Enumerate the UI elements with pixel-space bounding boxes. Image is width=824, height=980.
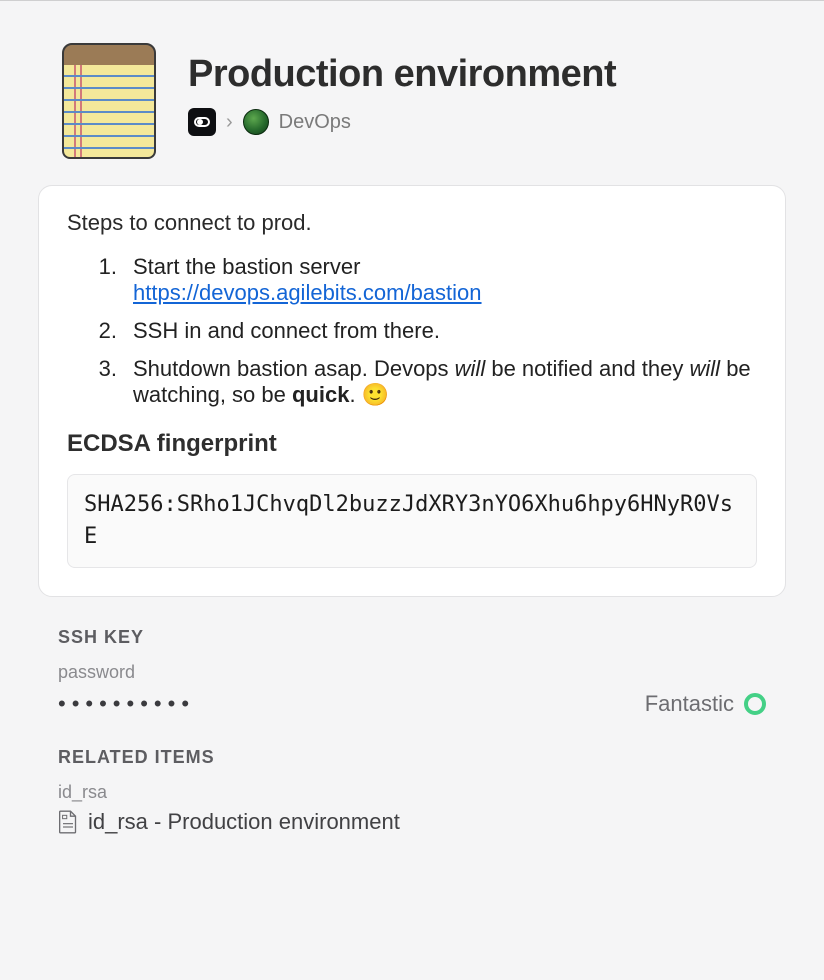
fingerprint-heading: ECDSA fingerprint — [67, 430, 757, 458]
app-icon[interactable] — [188, 108, 216, 136]
note-intro: Steps to connect to prod. — [67, 210, 757, 236]
page-title: Production environment — [188, 53, 776, 96]
step-text: Start the bastion server — [133, 254, 360, 279]
related-item-label: id_rsa - Production environment — [88, 809, 400, 835]
related-items-section: RELATED ITEMS id_rsa id_rsa - Production… — [58, 747, 766, 835]
password-field[interactable]: •••••••••• Fantastic — [58, 691, 766, 717]
step-number: 1. — [79, 254, 117, 306]
smile-emoji-icon: 🙂 — [362, 382, 389, 407]
section-title: SSH KEY — [58, 627, 766, 648]
vault-name[interactable]: DevOps — [279, 111, 351, 134]
breadcrumb: › DevOps — [188, 108, 776, 136]
step-3: 3. Shutdown bastion asap. Devops will be… — [79, 356, 757, 408]
secure-note-icon — [62, 43, 156, 159]
related-item[interactable]: id_rsa - Production environment — [58, 809, 766, 835]
chevron-right-icon: › — [226, 111, 233, 134]
strength-ring-icon — [744, 693, 766, 715]
strength-label: Fantastic — [645, 691, 734, 717]
masked-password: •••••••••• — [58, 691, 195, 717]
step-number: 2. — [79, 318, 117, 344]
fingerprint-value[interactable]: SHA256:SRho1JChvqDl2buzzJdXRY3nYO6Xhu6hp… — [67, 474, 757, 568]
bastion-link[interactable]: https://devops.agilebits.com/bastion — [133, 280, 482, 305]
step-text: SSH in and connect from there. — [133, 318, 757, 344]
section-title: RELATED ITEMS — [58, 747, 766, 768]
document-icon — [58, 810, 78, 834]
note-card: Steps to connect to prod. 1. Start the b… — [38, 185, 786, 597]
step-number: 3. — [79, 356, 117, 408]
ssh-key-section: SSH KEY password •••••••••• Fantastic — [58, 627, 766, 717]
related-group-label: id_rsa — [58, 782, 766, 803]
step-1: 1. Start the bastion server https://devo… — [79, 254, 757, 306]
field-label: password — [58, 662, 766, 683]
item-detail-pane: Production environment › DevOps Steps to… — [0, 0, 824, 853]
step-text: Shutdown bastion asap. Devops will be no… — [133, 356, 757, 408]
step-2: 2. SSH in and connect from there. — [79, 318, 757, 344]
item-header: Production environment › DevOps — [18, 19, 806, 185]
steps-list: 1. Start the bastion server https://devo… — [79, 254, 757, 408]
vault-icon[interactable] — [243, 109, 269, 135]
password-strength: Fantastic — [645, 691, 766, 717]
